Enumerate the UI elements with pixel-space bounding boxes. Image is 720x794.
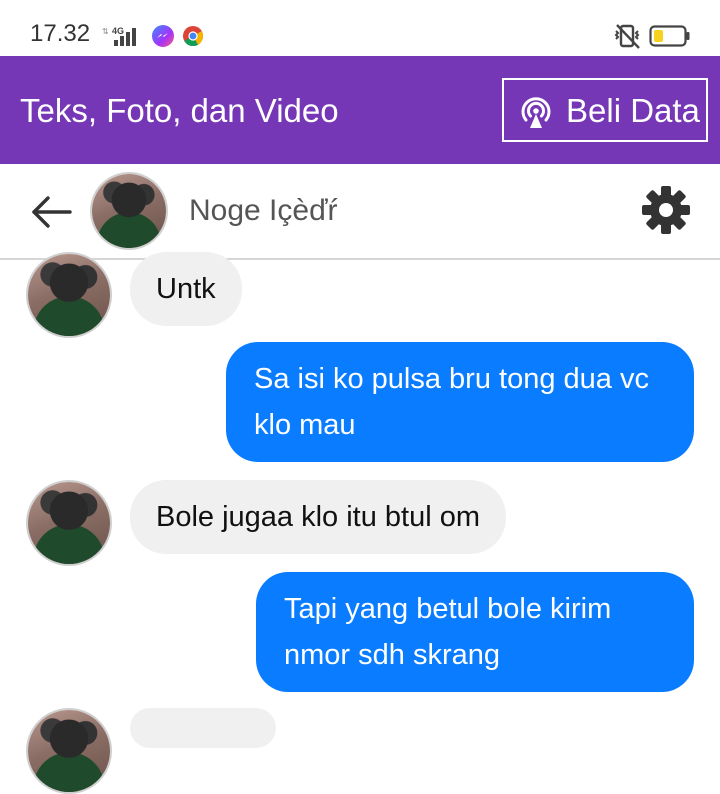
signal-icon: 4G ⇅ [102, 26, 136, 46]
messenger-icon [152, 25, 174, 47]
status-bar: 17.32 4G ⇅ [0, 0, 720, 56]
banner-text: Teks, Foto, dan Video [20, 92, 339, 129]
beli-data-label: Beli Data [566, 92, 700, 129]
sender-avatar[interactable] [26, 252, 112, 338]
network-type: 4G [112, 26, 124, 36]
battery-icon [649, 25, 690, 47]
contact-avatar[interactable] [90, 172, 168, 250]
message-bubble-incoming[interactable]: Untk [130, 252, 242, 326]
svg-text:⇅: ⇅ [102, 27, 109, 36]
sender-avatar[interactable] [26, 480, 112, 566]
message-bubble-outgoing[interactable]: Tapi yang betul bole kirim nmor sdh skra… [256, 572, 694, 692]
chat-header: Noge Içèďŕ [0, 164, 720, 260]
message-bubble-incoming[interactable]: Bole jugaa klo itu btul om [130, 480, 507, 554]
data-plan-banner: Teks, Foto, dan Video Beli Data [0, 56, 720, 164]
broadcast-icon [521, 97, 551, 128]
vibrate-off-icon [614, 24, 640, 49]
chrome-icon [183, 26, 204, 47]
beli-data-button[interactable]: Beli Data [502, 78, 708, 142]
status-time: 17.32 [30, 20, 91, 47]
contact-name[interactable]: Noge Içèďŕ [189, 194, 338, 228]
message-bubble-incoming-partial[interactable] [130, 708, 276, 748]
message-bubble-outgoing[interactable]: Sa isi ko pulsa bru tong dua vc klo mau [226, 342, 694, 462]
gear-icon[interactable] [640, 184, 692, 236]
arrow-left-icon[interactable] [26, 190, 74, 234]
sender-avatar[interactable] [26, 708, 112, 794]
